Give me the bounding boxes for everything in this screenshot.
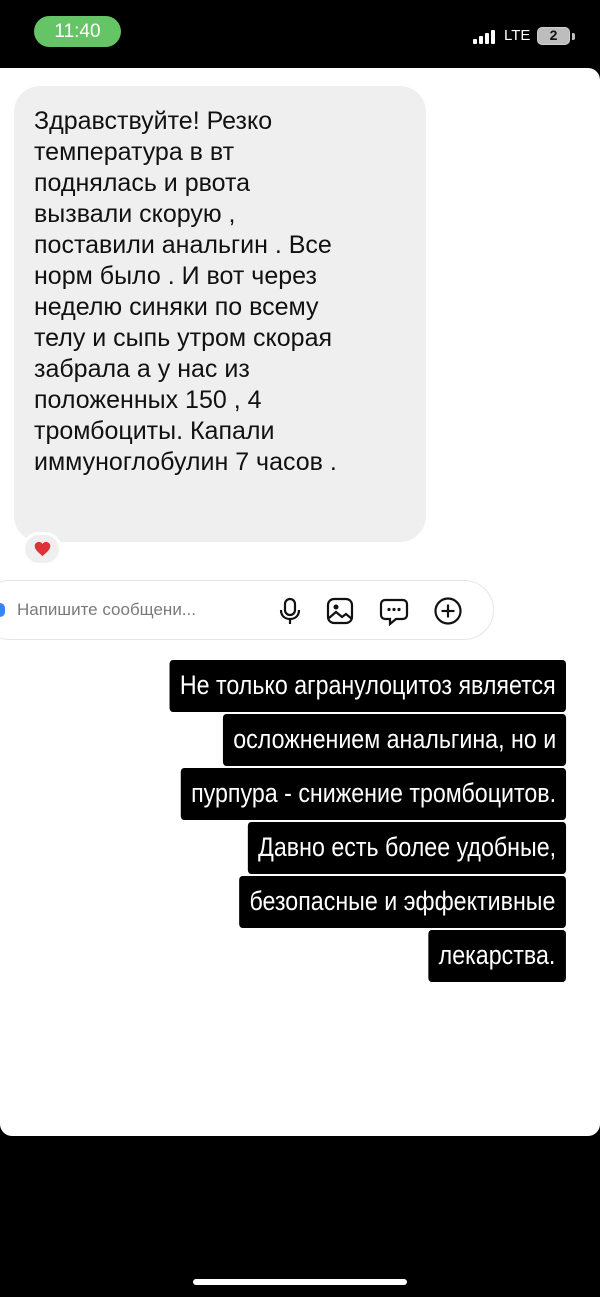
chat-area: Здравствуйте! Резко температура в вт под… [0, 68, 520, 648]
image-icon[interactable] [325, 596, 355, 626]
message-line: неделю синяки по всему [34, 293, 319, 321]
caption-line: безопасные и эффективные [239, 876, 566, 928]
message-line: забрала а у нас из [34, 355, 250, 383]
home-indicator[interactable] [193, 1279, 407, 1285]
message-line: телу и сыпь утром скорая [34, 324, 333, 352]
heart-reaction[interactable] [22, 532, 62, 566]
message-line: поставили анальгин . Все [34, 231, 332, 259]
add-icon[interactable] [433, 596, 463, 626]
message-line: температура в вт [34, 138, 235, 166]
sticker-icon[interactable] [379, 596, 409, 626]
time-pill[interactable]: 11:40 [34, 16, 121, 47]
camera-button[interactable] [0, 603, 5, 617]
screen: 11:40 LTE 2 Здравствуйте! Резко температ… [0, 0, 600, 1297]
battery-cap [572, 33, 575, 40]
message-line: поднялась и рвота [34, 169, 251, 197]
caption-line: Не только агранулоцитоз является [169, 660, 566, 712]
message-line: Здравствуйте! Резко [34, 107, 273, 135]
network-label: LTE [504, 27, 531, 44]
message-line: норм было . И вот через [34, 262, 317, 290]
story-card: Здравствуйте! Резко температура в вт под… [0, 68, 600, 1136]
battery-icon: 2 [537, 27, 570, 45]
message-line: иммуноглобулин 7 часов . [34, 448, 337, 476]
caption-line: Давно есть более удобные, [247, 822, 566, 874]
message-input[interactable] [17, 597, 249, 623]
caption-line: лекарства. [428, 930, 566, 982]
caption-line: осложнением анальгина, но и [222, 714, 566, 766]
incoming-message-bubble[interactable]: Здравствуйте! Резко температура в вт под… [14, 86, 426, 542]
message-line: тромбоциты. Капали [34, 417, 275, 445]
heart-icon [34, 541, 51, 557]
status-bar: 11:40 LTE 2 [0, 0, 600, 64]
message-line: вызвали скорую , [34, 200, 236, 228]
microphone-icon[interactable] [275, 596, 305, 626]
caption-line: пурпура - снижение тромбоцитов. [180, 768, 566, 820]
signal-icon [473, 30, 499, 44]
message-composer [0, 580, 494, 640]
message-line: положенных 150 , 4 [34, 386, 262, 414]
